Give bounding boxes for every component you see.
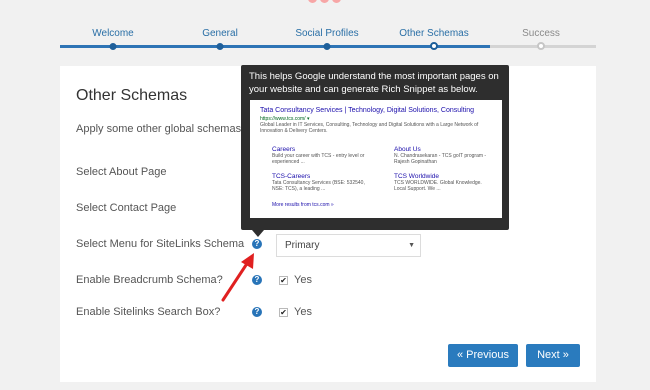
- breadcrumb-yes-label: Yes: [294, 274, 312, 286]
- sitelink-title: About Us: [394, 146, 421, 153]
- step-dot-general: [216, 43, 224, 50]
- snippet-description: Global Leader in IT Services, Consulting…: [260, 122, 479, 134]
- snippet-title: Tata Consultancy Services | Technology, …: [260, 107, 475, 114]
- sitelinks-menu-label: Select Menu for SiteLinks Schema: [76, 238, 245, 250]
- breadcrumb-schema-checkbox[interactable]: ✔: [279, 276, 288, 285]
- checkmark-icon: ✔: [280, 308, 287, 317]
- about-page-label: Select About Page: [76, 166, 167, 178]
- step-success: Success: [522, 28, 560, 39]
- sitelink-careers: Careers Build your career with TCS - ent…: [272, 146, 367, 165]
- next-button[interactable]: Next »: [526, 344, 580, 367]
- sitelink-title: TCS-Careers: [272, 173, 311, 180]
- sitelink-desc: Build your career with TCS - entry level…: [272, 153, 365, 165]
- red-arrow-annotation: [221, 253, 254, 302]
- contact-page-label: Select Contact Page: [76, 202, 177, 214]
- sitelink-tcs-worldwide: TCS Worldwide TCS WORLDWIDE. Global Know…: [394, 173, 489, 192]
- help-icon[interactable]: ?: [252, 307, 262, 317]
- rich-snippet-preview: Tata Consultancy Services | Technology, …: [250, 100, 502, 218]
- sitelink-title: TCS Worldwide: [394, 173, 440, 180]
- step-general[interactable]: General: [202, 28, 238, 39]
- sitelink-desc: TCS WORLDWIDE. Global Knowledge. Local S…: [394, 180, 482, 192]
- breadcrumb-schema-label: Enable Breadcrumb Schema?: [76, 274, 223, 286]
- snippet-more-results: More results from tcs.com »: [272, 202, 334, 208]
- page-title: Other Schemas: [76, 87, 188, 104]
- progress-fill: [60, 45, 490, 48]
- step-dot-other-schemas: [430, 42, 438, 50]
- sitelinks-search-label: Enable Sitelinks Search Box?: [76, 306, 221, 318]
- chevron-down-icon: ▼: [408, 242, 415, 249]
- step-dot-welcome: [109, 43, 117, 50]
- help-tooltip: This helps Google understand the most im…: [241, 65, 509, 230]
- sitelinks-search-checkbox[interactable]: ✔: [279, 308, 288, 317]
- step-social-profiles[interactable]: Social Profiles: [295, 28, 358, 39]
- sitelink-desc: N. Chandrasekaran - TCS goIT program - R…: [394, 153, 487, 165]
- sitelink-title: Careers: [272, 146, 296, 153]
- sitelinks-search-yes-label: Yes: [294, 306, 312, 318]
- wizard-progress: Welcome General Social Profiles Other Sc…: [0, 0, 650, 60]
- sitelinks-menu-select[interactable]: Primary ▼: [276, 234, 421, 257]
- step-other-schemas[interactable]: Other Schemas: [399, 28, 468, 39]
- sitelink-tcs-careers: TCS-Careers Tata Consultancy Services (B…: [272, 173, 367, 192]
- tooltip-text: This helps Google understand the most im…: [249, 71, 499, 95]
- sitelink-desc: Tata Consultancy Services (BSE: 532540, …: [272, 180, 365, 192]
- help-icon[interactable]: ?: [252, 239, 262, 249]
- select-value: Primary: [285, 240, 320, 251]
- step-welcome[interactable]: Welcome: [92, 28, 134, 39]
- step-dot-success: [537, 42, 545, 50]
- step-dot-social-profiles: [323, 43, 331, 50]
- checkmark-icon: ✔: [280, 276, 287, 285]
- sitelink-about-us: About Us N. Chandrasekaran - TCS goIT pr…: [394, 146, 489, 165]
- tooltip-pointer: [252, 230, 264, 237]
- previous-button[interactable]: « Previous: [448, 344, 518, 367]
